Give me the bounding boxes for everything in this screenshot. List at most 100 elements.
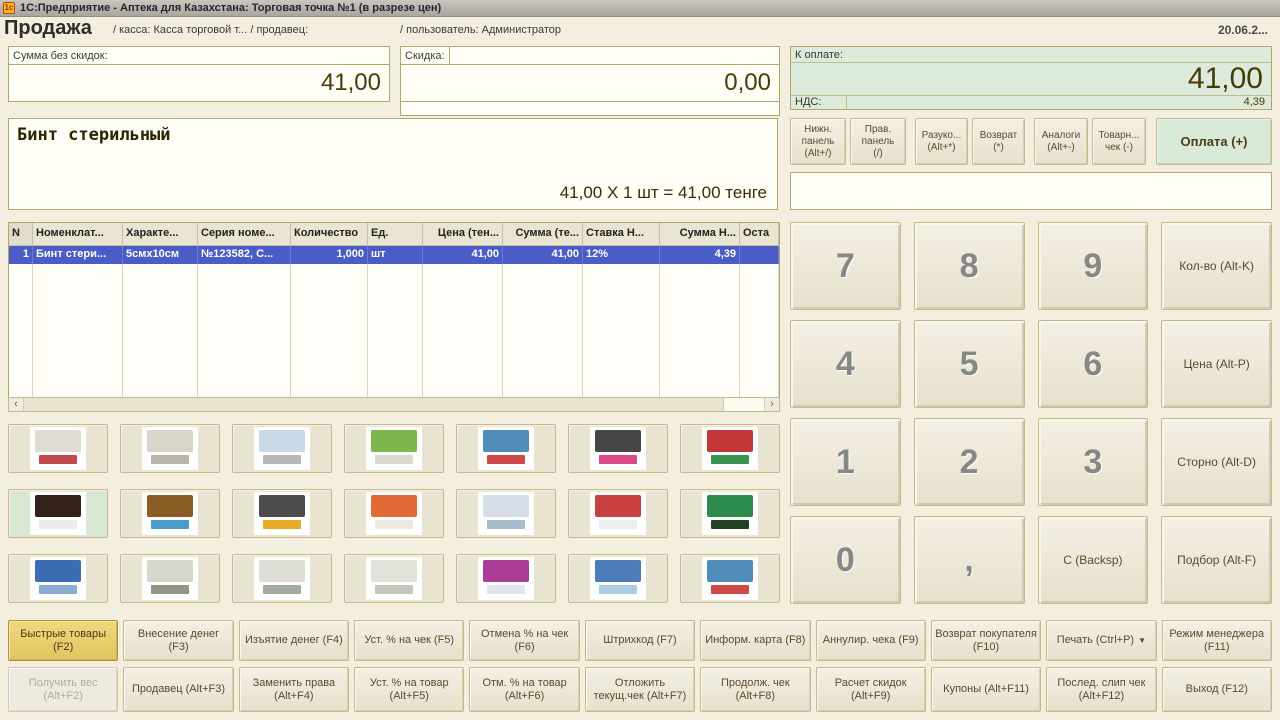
column-header[interactable]: Оста bbox=[740, 223, 779, 246]
price-button[interactable]: Цена (Alt-P) bbox=[1161, 320, 1272, 408]
product-tile-powder-sachet[interactable] bbox=[344, 489, 444, 538]
table-cell: Бинт стери... bbox=[33, 246, 123, 264]
table-cell: 1,000 bbox=[291, 246, 368, 264]
product-tile-cotton-roll[interactable] bbox=[120, 424, 220, 473]
table-cell bbox=[740, 246, 779, 264]
info-card-button[interactable]: Информ. карта (F8) bbox=[700, 620, 810, 661]
change-rights-button[interactable]: Заменить права (Alt+F4) bbox=[239, 667, 349, 712]
pick-button[interactable]: Подбор (Alt-F) bbox=[1161, 516, 1272, 604]
column-header[interactable]: N bbox=[9, 223, 33, 246]
table-row[interactable]: 1Бинт стери...5смх10см№123582, С...1,000… bbox=[9, 246, 779, 264]
product-tile-clear-pack[interactable] bbox=[344, 554, 444, 603]
last-slip-button[interactable]: Послед. слип чек (Alt+F12) bbox=[1046, 667, 1156, 712]
resume-check-button[interactable]: Продолж. чек (Alt+F8) bbox=[700, 667, 810, 712]
cancel-item-discount-button[interactable]: Отм. % на товар (Alt+F6) bbox=[469, 667, 579, 712]
seller-button[interactable]: Продавец (Alt+F3) bbox=[123, 667, 233, 712]
void-check-button[interactable]: Аннулир. чека (F9) bbox=[816, 620, 926, 661]
product-tile-elastic-bandage-pack-2[interactable] bbox=[680, 554, 780, 603]
coupons-button[interactable]: Купоны (Alt+F11) bbox=[931, 667, 1041, 712]
exit-button[interactable]: Выход (F12) bbox=[1162, 667, 1272, 712]
payment-button[interactable]: Оплата (+) bbox=[1156, 118, 1272, 165]
product-tile-thermometer-case[interactable] bbox=[120, 554, 220, 603]
scroll-right-icon[interactable]: › bbox=[764, 398, 779, 411]
product-tile-validol-packs[interactable] bbox=[568, 554, 668, 603]
cash-in-button[interactable]: Внесение денег (F3) bbox=[123, 620, 233, 661]
pos-window: 1с 1С:Предприятие - Аптека для Казахстан… bbox=[0, 0, 1280, 720]
set-item-discount-button[interactable]: Уст. % на товар (Alt+F5) bbox=[354, 667, 464, 712]
numpad-key-7[interactable]: 7 bbox=[790, 222, 901, 310]
product-tile-blister-with-box[interactable] bbox=[456, 489, 556, 538]
column-header[interactable]: Серия номе... bbox=[198, 223, 291, 246]
customer-return-button[interactable]: Возврат покупателя (F10) bbox=[931, 620, 1041, 661]
product-tile-elastic-bandage-pack[interactable] bbox=[456, 424, 556, 473]
cancel-check-discount-button[interactable]: Отмена % на чек (F6) bbox=[469, 620, 579, 661]
numpad-key-3[interactable]: 3 bbox=[1038, 418, 1149, 506]
column-header[interactable]: Ставка Н... bbox=[583, 223, 660, 246]
scroll-left-icon[interactable]: ‹ bbox=[9, 398, 24, 411]
clear-button[interactable]: C (Backsp) bbox=[1038, 516, 1149, 604]
get-weight-button: Получить вес (Alt+F2) bbox=[8, 667, 118, 712]
product-tile-spray-cans[interactable] bbox=[680, 424, 780, 473]
sum-block: Сумма без скидок: 41,00 bbox=[8, 46, 390, 102]
product-tile-herb-bag[interactable] bbox=[568, 424, 668, 473]
right-panel-button[interactable]: Прав. панель (/) bbox=[850, 118, 906, 165]
cash-out-button[interactable]: Изъятие денег (F4) bbox=[239, 620, 349, 661]
goods-receipt-button[interactable]: Товарн... чек (-) bbox=[1092, 118, 1146, 165]
calc-discounts-button[interactable]: Расчет скидок (Alt+F9) bbox=[816, 667, 926, 712]
numpad-key-4[interactable]: 4 bbox=[790, 320, 901, 408]
product-tile-herbal-syrup-box[interactable] bbox=[680, 489, 780, 538]
numpad-key-9[interactable]: 9 bbox=[1038, 222, 1149, 310]
barcode-button[interactable]: Штрихкод (F7) bbox=[585, 620, 695, 661]
numpad-key-8[interactable]: 8 bbox=[914, 222, 1025, 310]
unpack-button[interactable]: Разуко... (Alt+*) bbox=[915, 118, 968, 165]
product-tile-green-tablet-box[interactable] bbox=[344, 424, 444, 473]
product-tile-blue-blister-strip[interactable] bbox=[8, 554, 108, 603]
product-tile-foil-blisters[interactable] bbox=[232, 424, 332, 473]
numpad-key-0[interactable]: 0 bbox=[790, 516, 901, 604]
pay-block: К оплате: 41,00 НДС: 4,39 bbox=[790, 46, 1272, 110]
discount-value: 0,00 bbox=[401, 65, 779, 101]
product-tile-syrup-bottle[interactable] bbox=[120, 489, 220, 538]
storno-button[interactable]: Сторно (Alt-D) bbox=[1161, 418, 1272, 506]
analogs-button[interactable]: Аналоги (Alt+-) bbox=[1034, 118, 1088, 165]
numpad-entry-field[interactable] bbox=[790, 172, 1272, 210]
lower-panel-button[interactable]: Нижн. панель (Alt+/) bbox=[790, 118, 846, 165]
manager-mode-button[interactable]: Режим менеджера (F11) bbox=[1162, 620, 1272, 661]
table-hscrollbar[interactable]: ‹ › bbox=[8, 397, 780, 412]
quantity-button[interactable]: Кол-во (Alt-K) bbox=[1161, 222, 1272, 310]
numpad-key-2[interactable]: 2 bbox=[914, 418, 1025, 506]
numpad-key-1[interactable]: 1 bbox=[790, 418, 901, 506]
numpad-key-,[interactable]: , bbox=[914, 516, 1025, 604]
hold-check-button[interactable]: Отложить текущ.чек (Alt+F7) bbox=[585, 667, 695, 712]
column-header[interactable]: Сумма Н... bbox=[660, 223, 740, 246]
product-tile-bandage-packs[interactable] bbox=[8, 424, 108, 473]
discount-input[interactable] bbox=[449, 47, 779, 64]
product-tile-dark-bottle[interactable] bbox=[8, 489, 108, 538]
table-cell: 41,00 bbox=[423, 246, 503, 264]
column-header[interactable]: Номенклат... bbox=[33, 223, 123, 246]
product-tile-thermometer-pack[interactable] bbox=[232, 554, 332, 603]
column-header[interactable]: Сумма (те... bbox=[503, 223, 583, 246]
pay-value: 41,00 bbox=[791, 63, 1271, 95]
column-header[interactable]: Характе... bbox=[123, 223, 198, 246]
column-header[interactable]: Количество bbox=[291, 223, 368, 246]
fast-goods-button[interactable]: Быстрые товары (F2) bbox=[8, 620, 118, 661]
pay-label: К оплате: bbox=[791, 47, 1271, 63]
set-check-discount-button[interactable]: Уст. % на чек (F5) bbox=[354, 620, 464, 661]
product-tile-car-first-aid-kit[interactable] bbox=[232, 489, 332, 538]
product-photo bbox=[590, 492, 646, 535]
column-header[interactable]: Ед. bbox=[368, 223, 423, 246]
empty-column bbox=[291, 264, 368, 397]
product-photo bbox=[254, 557, 310, 600]
print-button[interactable]: Печать (Ctrl+P)▼ bbox=[1046, 620, 1156, 661]
numpad-key-6[interactable]: 6 bbox=[1038, 320, 1149, 408]
return-button[interactable]: Возврат (*) bbox=[972, 118, 1025, 165]
numpad-key-5[interactable]: 5 bbox=[914, 320, 1025, 408]
scrollbar-track[interactable] bbox=[724, 398, 764, 411]
scrollbar-thumb[interactable] bbox=[24, 398, 724, 411]
empty-column bbox=[503, 264, 583, 397]
product-tile-purple-tablet-box[interactable] bbox=[456, 554, 556, 603]
dropdown-arrow-icon[interactable]: ▼ bbox=[1138, 634, 1146, 647]
product-tile-red-tablet-boxes[interactable] bbox=[568, 489, 668, 538]
column-header[interactable]: Цена (тен... bbox=[423, 223, 503, 246]
